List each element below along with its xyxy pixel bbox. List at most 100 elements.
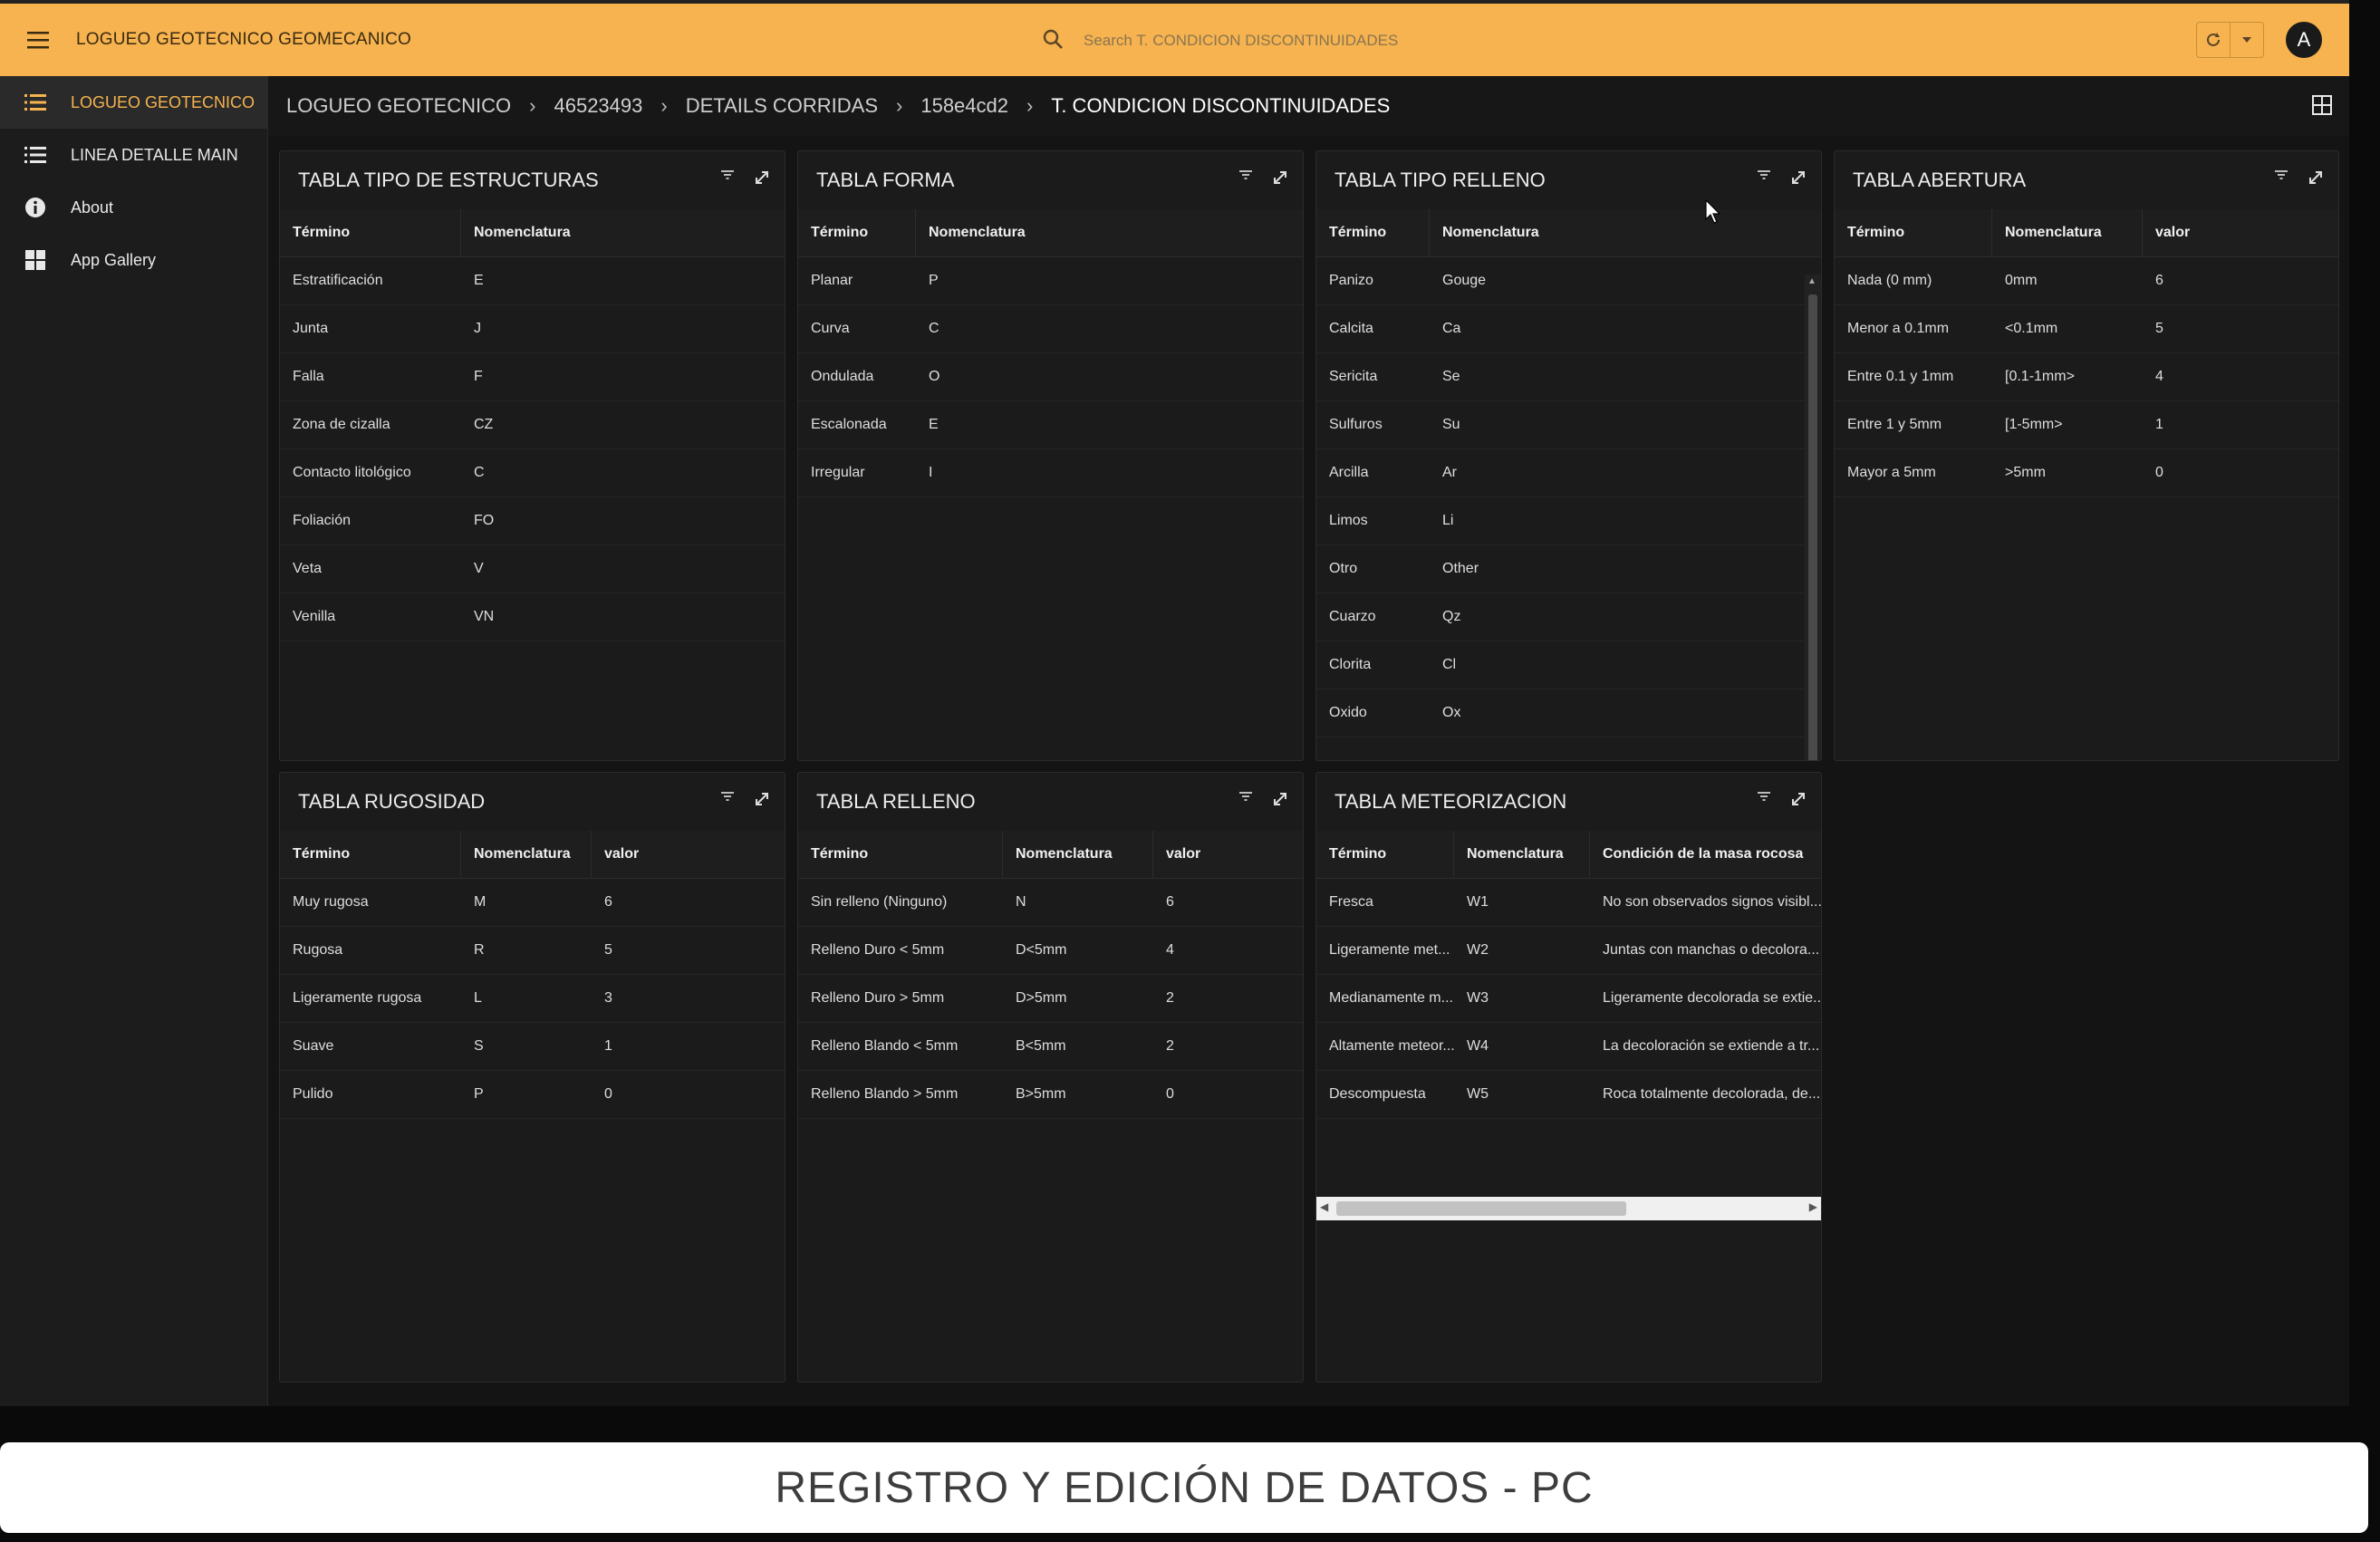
table-row[interactable]: Fresca W1 No son observados signos visibl.… bbox=[1316, 879, 1821, 927]
table-row[interactable]: Zona de cizalla CZ bbox=[280, 401, 785, 449]
horizontal-scrollbar[interactable]: ◀ ▶ bbox=[1316, 1197, 1821, 1220]
info-icon bbox=[24, 196, 47, 219]
table-row[interactable]: Otro Other bbox=[1316, 545, 1805, 593]
table-row[interactable]: Suave S 1 bbox=[280, 1023, 785, 1071]
scroll-left-icon[interactable]: ◀ bbox=[1320, 1200, 1328, 1213]
column-header[interactable]: Término bbox=[1316, 209, 1430, 256]
caption-banner: REGISTRO Y EDICIÓN DE DATOS - PC bbox=[0, 1442, 2368, 1533]
table-row[interactable]: Curva C bbox=[798, 305, 1303, 353]
table-row[interactable]: Irregular I bbox=[798, 449, 1303, 497]
column-header[interactable]: Nomenclatura bbox=[1992, 209, 2143, 256]
breadcrumb-item[interactable]: DETAILS CORRIDAS bbox=[686, 94, 878, 118]
scroll-right-icon[interactable]: ▶ bbox=[1809, 1200, 1817, 1213]
table-row[interactable]: Limos Li bbox=[1316, 497, 1805, 545]
table-row[interactable]: Clorita Cl bbox=[1316, 641, 1805, 689]
column-header[interactable]: Término bbox=[280, 831, 461, 878]
table-row[interactable]: Rugosa R 5 bbox=[280, 927, 785, 975]
column-header[interactable]: Nomenclatura bbox=[1454, 831, 1590, 878]
table-row[interactable]: Escalonada E bbox=[798, 401, 1303, 449]
filter-icon[interactable] bbox=[1758, 169, 1770, 186]
expand-icon[interactable] bbox=[754, 169, 770, 186]
vertical-scrollbar[interactable]: ▲ ▼ bbox=[1805, 275, 1821, 760]
column-header[interactable]: Nomenclatura bbox=[461, 209, 785, 256]
table-row[interactable]: Oxido Ox bbox=[1316, 689, 1805, 737]
column-header[interactable]: Nomenclatura bbox=[916, 209, 1303, 256]
table-row[interactable]: Contacto litológico C bbox=[280, 449, 785, 497]
table-row[interactable]: Ligeramente met... W2 Juntas con manchas o… bbox=[1316, 927, 1821, 975]
table-row[interactable]: Entre 1 y 5mm [1-5mm> 1 bbox=[1835, 401, 2338, 449]
column-header[interactable]: valor bbox=[2143, 209, 2338, 256]
table-row[interactable]: Venilla VN bbox=[280, 593, 785, 641]
table-row[interactable]: Falla F bbox=[280, 353, 785, 401]
refresh-icon[interactable] bbox=[2197, 23, 2230, 57]
expand-icon[interactable] bbox=[754, 791, 770, 807]
table-row[interactable]: Arcilla Ar bbox=[1316, 449, 1805, 497]
table-row[interactable]: Relleno Blando > 5mm B>5mm 0 bbox=[798, 1071, 1303, 1119]
table-row[interactable]: Pulido P 0 bbox=[280, 1071, 785, 1119]
sidebar-item-logueo-geotecnico[interactable]: LOGUEO GEOTECNICO bbox=[0, 76, 267, 129]
table-row[interactable]: Relleno Blando < 5mm B<5mm 2 bbox=[798, 1023, 1303, 1071]
table-row[interactable]: Sericita Se bbox=[1316, 353, 1805, 401]
table-row[interactable]: Ondulada O bbox=[798, 353, 1303, 401]
table-row[interactable]: Sulfuros Su bbox=[1316, 401, 1805, 449]
table-row[interactable]: Altamente meteor... W4 La decoloración se … bbox=[1316, 1023, 1821, 1071]
column-header[interactable]: Término bbox=[798, 831, 1003, 878]
chevron-down-icon[interactable] bbox=[2230, 23, 2263, 57]
filter-icon[interactable] bbox=[1239, 791, 1252, 807]
expand-icon[interactable] bbox=[1272, 791, 1288, 807]
table-row[interactable]: Junta J bbox=[280, 305, 785, 353]
search-input[interactable] bbox=[1082, 31, 1556, 51]
table-row[interactable]: Nada (0 mm) 0mm 6 bbox=[1835, 257, 2338, 305]
table-row[interactable]: Menor a 0.1mm <0.1mm 5 bbox=[1835, 305, 2338, 353]
column-header[interactable]: Nomenclatura bbox=[461, 831, 592, 878]
expand-icon[interactable] bbox=[1790, 169, 1807, 186]
table-row[interactable]: Sin relleno (Ninguno) N 6 bbox=[798, 879, 1303, 927]
column-header[interactable]: Nomenclatura bbox=[1003, 831, 1153, 878]
column-header[interactable]: Término bbox=[1835, 209, 1992, 256]
expand-icon[interactable] bbox=[1272, 169, 1288, 186]
breadcrumb-item[interactable]: 158e4cd2 bbox=[920, 94, 1008, 118]
table-row[interactable]: Descompuesta W5 Roca totalmente decolorada… bbox=[1316, 1071, 1821, 1119]
column-header[interactable]: Término bbox=[280, 209, 461, 256]
hamburger-menu-icon[interactable] bbox=[20, 22, 56, 58]
filter-icon[interactable] bbox=[721, 169, 734, 186]
search-icon[interactable] bbox=[1042, 28, 1064, 54]
sidebar-item-about[interactable]: About bbox=[0, 181, 267, 234]
table-row[interactable]: Estratificación E bbox=[280, 257, 785, 305]
avatar[interactable]: A bbox=[2286, 22, 2322, 58]
table-row[interactable]: Relleno Duro > 5mm D>5mm 2 bbox=[798, 975, 1303, 1023]
breadcrumb-item[interactable]: LOGUEO GEOTECNICO bbox=[286, 94, 511, 118]
scrollbar-thumb[interactable] bbox=[1336, 1201, 1626, 1216]
column-header[interactable]: Nomenclatura bbox=[1430, 209, 1805, 256]
filter-icon[interactable] bbox=[1239, 169, 1252, 186]
table-row[interactable]: Ligeramente rugosa L 3 bbox=[280, 975, 785, 1023]
column-header[interactable]: Término bbox=[1316, 831, 1454, 878]
expand-icon[interactable] bbox=[2308, 169, 2324, 186]
scroll-up-icon[interactable]: ▲ bbox=[1807, 276, 1816, 286]
sidebar-item-app-gallery[interactable]: App Gallery bbox=[0, 234, 267, 286]
table-row[interactable]: Planar P bbox=[798, 257, 1303, 305]
cell-nomenclatura: B<5mm bbox=[1016, 1038, 1066, 1054]
expand-icon[interactable] bbox=[1790, 791, 1807, 807]
filter-icon[interactable] bbox=[2275, 169, 2288, 186]
table-row[interactable]: Medianamente m... W3 Ligeramente decolorad… bbox=[1316, 975, 1821, 1023]
column-header[interactable]: valor bbox=[1153, 831, 1303, 878]
table-row[interactable]: Veta V bbox=[280, 545, 785, 593]
sidebar-item-linea-detalle-main[interactable]: LINEA DETALLE MAIN bbox=[0, 129, 267, 181]
breadcrumb-item[interactable]: 46523493 bbox=[554, 94, 642, 118]
table-row[interactable]: Calcita Ca bbox=[1316, 305, 1805, 353]
filter-icon[interactable] bbox=[1758, 791, 1770, 807]
table-row[interactable]: Relleno Duro < 5mm D<5mm 4 bbox=[798, 927, 1303, 975]
scrollbar-thumb[interactable] bbox=[1808, 294, 1817, 760]
table-row[interactable]: Cuarzo Qz bbox=[1316, 593, 1805, 641]
column-header[interactable]: Condición de la masa rocosa bbox=[1590, 831, 1821, 878]
table-row[interactable]: Mayor a 5mm >5mm 0 bbox=[1835, 449, 2338, 497]
filter-icon[interactable] bbox=[721, 791, 734, 807]
grid-layout-icon[interactable] bbox=[2311, 94, 2333, 121]
table-row[interactable]: Muy rugosa M 6 bbox=[280, 879, 785, 927]
column-header[interactable]: valor bbox=[592, 831, 785, 878]
table-row[interactable]: Foliación FO bbox=[280, 497, 785, 545]
table-row[interactable]: Entre 0.1 y 1mm [0.1-1mm> 4 bbox=[1835, 353, 2338, 401]
table-row[interactable]: Panizo Gouge bbox=[1316, 257, 1805, 305]
column-header[interactable]: Término bbox=[798, 209, 916, 256]
